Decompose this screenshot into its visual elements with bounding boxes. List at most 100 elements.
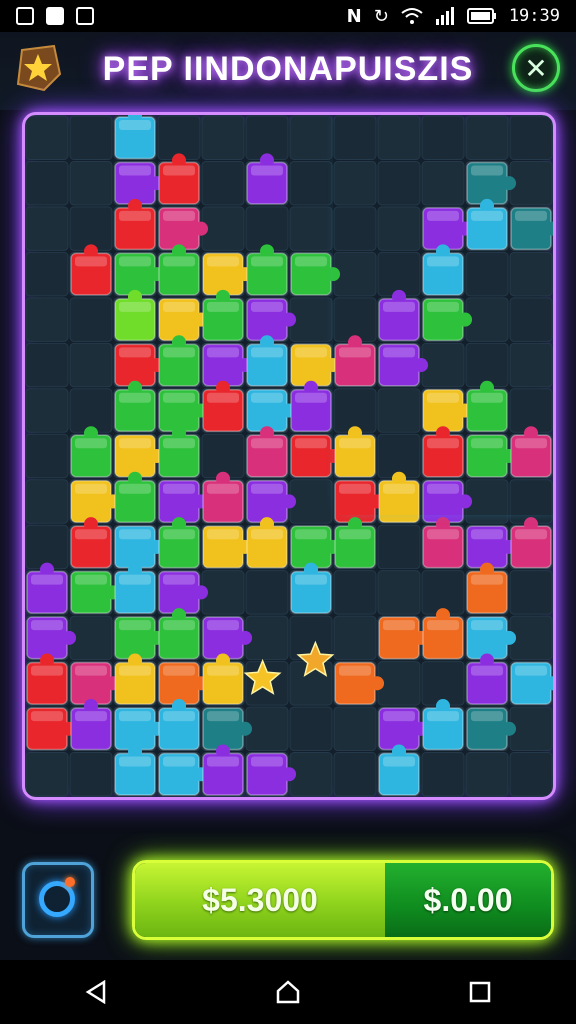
hint-dot <box>65 877 75 887</box>
puzzle-piece[interactable] <box>290 434 341 478</box>
empty-slot <box>69 388 113 433</box>
puzzle-piece[interactable] <box>378 343 429 387</box>
message-icon <box>46 7 64 25</box>
puzzle-piece[interactable] <box>202 525 253 569</box>
empty-slot <box>25 433 69 479</box>
puzzle-piece[interactable] <box>466 434 517 478</box>
close-button[interactable]: ✕ <box>512 44 560 92</box>
empty-slot <box>289 115 333 160</box>
puzzle-piece[interactable] <box>26 616 77 660</box>
empty-slot <box>377 661 421 706</box>
empty-slot <box>509 752 553 797</box>
empty-slot <box>333 388 377 433</box>
puzzle-piece[interactable] <box>202 252 253 296</box>
empty-slot <box>201 206 245 251</box>
empty-slot <box>25 342 69 388</box>
puzzle-piece[interactable] <box>114 161 165 205</box>
puzzle-piece[interactable] <box>422 389 473 433</box>
puzzle-piece[interactable] <box>70 479 121 523</box>
puzzle-piece[interactable] <box>466 161 517 205</box>
puzzle-piece[interactable] <box>246 298 297 342</box>
empty-slot <box>465 297 509 342</box>
puzzle-piece[interactable] <box>334 479 385 523</box>
empty-slot <box>509 706 553 752</box>
puzzle-piece[interactable] <box>378 616 429 660</box>
puzzle-piece[interactable] <box>422 207 473 251</box>
puzzle-piece[interactable] <box>466 616 517 660</box>
empty-slot <box>289 706 333 752</box>
puzzle-piece[interactable] <box>202 616 253 660</box>
puzzle-piece[interactable] <box>290 525 341 569</box>
puzzle-piece[interactable] <box>290 252 341 296</box>
puzzle-piece[interactable] <box>114 252 165 296</box>
puzzle-piece[interactable] <box>26 707 77 751</box>
puzzle-piece[interactable] <box>114 616 165 660</box>
puzzle-piece[interactable] <box>334 661 385 705</box>
puzzle-piece[interactable] <box>510 207 553 251</box>
recents-button[interactable] <box>460 972 500 1012</box>
puzzle-piece[interactable] <box>246 752 297 796</box>
puzzle-piece[interactable] <box>466 525 517 569</box>
puzzle-piece[interactable] <box>158 298 209 342</box>
empty-slot <box>421 752 465 797</box>
empty-slot <box>289 479 333 524</box>
gallery-icon <box>76 7 94 25</box>
puzzle-piece[interactable] <box>158 207 209 251</box>
balance-bar[interactable]: $5.3000 $.0.00 <box>132 860 554 940</box>
hint-button[interactable] <box>22 862 94 938</box>
puzzle-piece[interactable] <box>158 479 209 523</box>
puzzle-piece[interactable] <box>202 707 253 751</box>
empty-slot <box>333 297 377 342</box>
empty-slot <box>465 752 509 797</box>
puzzle-piece[interactable] <box>202 343 253 387</box>
puzzle-piece[interactable] <box>114 434 165 478</box>
notification-icon <box>16 7 34 25</box>
puzzle-piece[interactable] <box>158 661 209 705</box>
win-amount: $.0.00 <box>385 863 551 937</box>
empty-slot <box>509 479 553 524</box>
empty-slot <box>465 251 509 297</box>
puzzle-piece[interactable] <box>378 707 429 751</box>
puzzle-piece[interactable] <box>246 389 297 433</box>
empty-slot <box>509 570 553 615</box>
puzzle-piece[interactable] <box>114 525 165 569</box>
puzzle-piece[interactable] <box>246 479 297 523</box>
battery-icon <box>466 8 496 24</box>
recents-square-icon <box>469 981 491 1003</box>
game-header: PEP IINDONAPUISZIS ✕ <box>0 32 576 110</box>
puzzle-piece[interactable] <box>290 343 341 387</box>
empty-slot <box>69 342 113 388</box>
empty-slot <box>69 160 113 206</box>
empty-slot <box>25 479 69 524</box>
empty-slot <box>377 570 421 615</box>
puzzle-piece[interactable] <box>422 479 473 523</box>
wifi-icon <box>401 8 423 24</box>
empty-slot <box>421 342 465 388</box>
empty-slot <box>201 570 245 615</box>
puzzle-piece[interactable] <box>158 752 209 796</box>
puzzle-piece[interactable] <box>114 115 156 160</box>
empty-slot <box>465 342 509 388</box>
puzzle-piece[interactable] <box>70 661 121 705</box>
puzzle-board[interactable] <box>22 112 556 800</box>
empty-slot <box>25 115 69 160</box>
puzzle-grid[interactable] <box>25 115 553 797</box>
home-button[interactable] <box>268 972 308 1012</box>
empty-slot <box>333 251 377 297</box>
puzzle-piece[interactable] <box>114 707 165 751</box>
puzzle-piece[interactable] <box>158 389 209 433</box>
clock: 19:39 <box>508 6 560 26</box>
puzzle-piece[interactable] <box>158 570 209 614</box>
empty-slot <box>333 706 377 752</box>
puzzle-piece[interactable] <box>510 661 553 705</box>
empty-slot <box>289 160 333 206</box>
empty-slot <box>421 115 465 160</box>
puzzle-piece[interactable] <box>114 343 165 387</box>
puzzle-piece[interactable] <box>70 570 121 614</box>
empty-slot <box>377 160 421 206</box>
puzzle-piece[interactable] <box>422 298 473 342</box>
puzzle-piece[interactable] <box>466 707 517 751</box>
empty-slot <box>333 752 377 797</box>
empty-slot <box>509 160 553 206</box>
back-button[interactable] <box>76 972 116 1012</box>
